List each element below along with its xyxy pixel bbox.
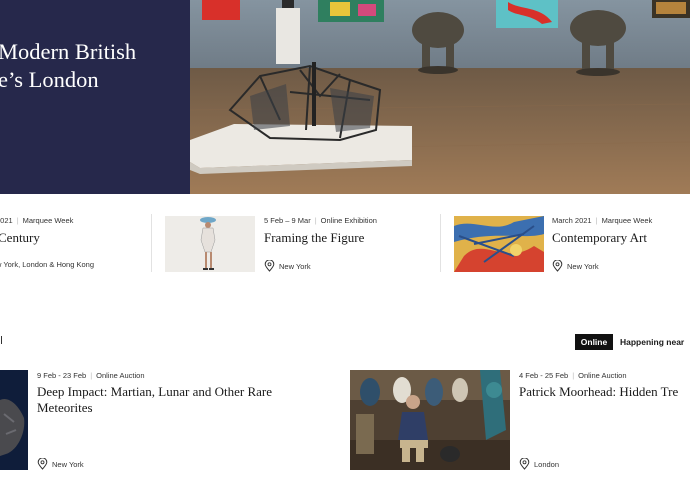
filter-online-badge[interactable]: Online [575,334,613,350]
feature-card[interactable]: 2021|Marquee Week Century w York, London… [0,216,150,272]
hero-gallery-image [190,0,690,194]
hero-title: Modern British e’s London [0,39,137,92]
auction-type: Online Auction [578,371,627,380]
card-date: 5 Feb – 9 Mar [264,216,311,225]
auction-location: London [519,458,559,470]
card-date: March 2021 [552,216,592,225]
location-pin-icon [37,458,48,470]
card-thumbnail[interactable] [454,216,544,272]
card-type: Online Exhibition [320,216,377,225]
card-title[interactable]: Framing the Figure [264,230,364,246]
location-pin-icon [519,458,530,470]
card-date: 2021 [0,216,13,225]
card-divider [151,214,152,272]
hero-text-panel: Modern British e’s London [0,0,190,194]
card-title[interactable]: Contemporary Art [552,230,647,246]
section-heading-fragment [0,336,2,344]
auction-thumbnail[interactable] [350,370,510,470]
feature-card[interactable]: 5 Feb – 9 Mar | Online Exhibition Framing … [165,216,435,272]
card-divider [440,214,441,272]
card-type: Marquee Week [22,216,74,225]
card-location: New York [264,260,311,272]
feature-card[interactable]: March 2021 | Marquee Week Contemporary Art… [454,216,690,272]
card-type: Marquee Week [601,216,653,225]
auction-type: Online Auction [96,371,145,380]
card-location: New York [552,260,599,272]
hero-banner[interactable]: Modern British e’s London [0,0,690,194]
auction-date: 4 Feb - 25 Feb [519,371,569,380]
card-thumbnail[interactable] [165,216,255,272]
happening-near-tab[interactable]: Happening near [620,334,684,350]
location-pin-icon [264,260,275,272]
auction-title[interactable]: Patrick Moorhead: Hidden Tre [519,384,678,400]
auction-location: New York [37,458,84,470]
auction-title[interactable]: Deep Impact: Martian, Lunar and Other Ra… [37,384,327,416]
card-title[interactable]: Century [0,230,40,246]
location-pin-icon [552,260,563,272]
card-location: w York, London & Hong Kong [0,260,94,269]
auction-date: 9 Feb - 23 Feb [37,371,87,380]
auction-thumbnail[interactable] [0,370,28,470]
